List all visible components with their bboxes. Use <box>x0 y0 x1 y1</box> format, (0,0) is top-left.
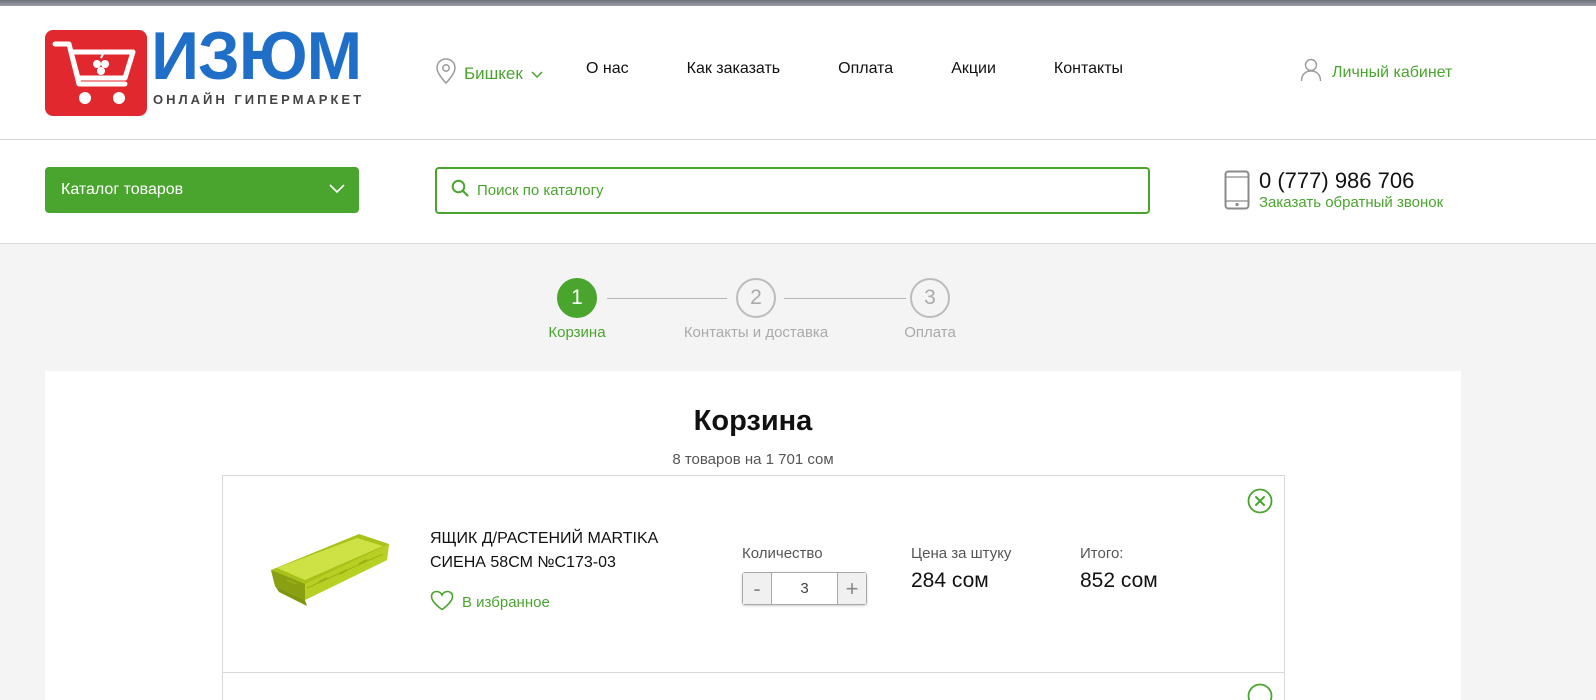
catalog-button-label: Каталог товаров <box>61 181 184 198</box>
page-title: Корзина <box>693 405 813 437</box>
step-number: 3 <box>910 278 950 318</box>
step-number: 1 <box>557 278 597 318</box>
user-icon <box>1300 58 1322 87</box>
site-logo[interactable]: ИЗЮМ ОНЛАЙН ГИПЕРМАРКЕТ <box>45 22 365 120</box>
quantity-label: Количество <box>742 545 823 562</box>
quantity-increase-button[interactable]: + <box>838 573 866 604</box>
item-total-label: Итого: <box>1080 545 1124 562</box>
search-box[interactable] <box>435 167 1150 214</box>
search-input[interactable] <box>477 182 1117 199</box>
step-payment[interactable]: 3 Оплата <box>895 278 965 341</box>
quantity-input[interactable]: 3 <box>771 573 838 604</box>
search-toolbar: Каталог товаров 0 (777) 986 706 Заказать… <box>0 140 1596 244</box>
account-label: Личный кабинет <box>1332 63 1453 81</box>
planter-box-image[interactable] <box>267 522 391 637</box>
city-selector[interactable]: Бишкек <box>436 58 543 89</box>
nav-how-to-order[interactable]: Как заказать <box>687 60 781 78</box>
add-to-favorites-button[interactable]: В избранное <box>430 590 550 615</box>
logo-wordmark: ИЗЮМ <box>151 18 362 94</box>
unit-price: 284 сом <box>911 569 989 592</box>
step-label: Корзина <box>548 324 606 341</box>
quantity-decrease-button[interactable]: - <box>743 573 771 604</box>
favorites-label: В избранное <box>462 594 550 611</box>
cart-logo-icon <box>45 30 147 116</box>
nav-promotions[interactable]: Акции <box>951 60 996 78</box>
unit-price-label: Цена за штуку <box>911 545 1012 562</box>
nav-payment[interactable]: Оплата <box>838 60 893 78</box>
cart-item: ЯЩИК Д/РАСТЕНИЙ MARTIKA СИЕНА 58СМ №С173… <box>222 475 1285 673</box>
step-number: 2 <box>736 278 776 318</box>
item-total: 852 сом <box>1080 569 1158 592</box>
city-name: Бишкек <box>464 63 523 83</box>
quantity-stepper: - 3 + <box>742 572 867 605</box>
close-circle-icon <box>1247 683 1273 700</box>
mobile-phone-icon <box>1224 170 1250 215</box>
step-contacts-delivery[interactable]: 2 Контакты и доставка <box>676 278 836 341</box>
cart-summary: 8 товаров на 1 701 сом <box>672 451 834 468</box>
step-cart[interactable]: 1 Корзина <box>542 278 612 341</box>
nav-about[interactable]: О нас <box>586 60 629 78</box>
search-icon <box>451 179 469 202</box>
location-pin-icon <box>436 58 456 89</box>
callback-link[interactable]: Заказать обратный звонок <box>1259 194 1443 211</box>
account-link[interactable]: Личный кабинет <box>1300 58 1452 87</box>
main-nav: О нас Как заказать Оплата Акции Контакты <box>586 60 1123 78</box>
remove-item-button[interactable] <box>1247 488 1273 519</box>
phone-number[interactable]: 0 (777) 986 706 <box>1259 168 1414 194</box>
remove-item-button[interactable] <box>1247 683 1273 700</box>
chevron-down-icon <box>329 181 345 199</box>
step-label: Оплата <box>904 324 956 341</box>
close-circle-icon <box>1247 488 1273 518</box>
nav-contacts[interactable]: Контакты <box>1054 60 1123 78</box>
product-name[interactable]: ЯЩИК Д/РАСТЕНИЙ MARTIKA СИЕНА 58СМ №С173… <box>430 527 690 575</box>
step-label: Контакты и доставка <box>683 324 829 341</box>
catalog-button[interactable]: Каталог товаров <box>45 167 359 213</box>
logo-tagline: ОНЛАЙН ГИПЕРМАРКЕТ <box>153 92 365 107</box>
cart-item <box>222 672 1285 700</box>
chevron-down-icon <box>531 64 543 84</box>
checkout-steps: 1 Корзина 2 Контакты и доставка 3 Оплата <box>540 278 980 348</box>
site-header: ИЗЮМ ОНЛАЙН ГИПЕРМАРКЕТ Бишкек О нас Как… <box>0 6 1596 140</box>
heart-icon <box>430 590 454 615</box>
